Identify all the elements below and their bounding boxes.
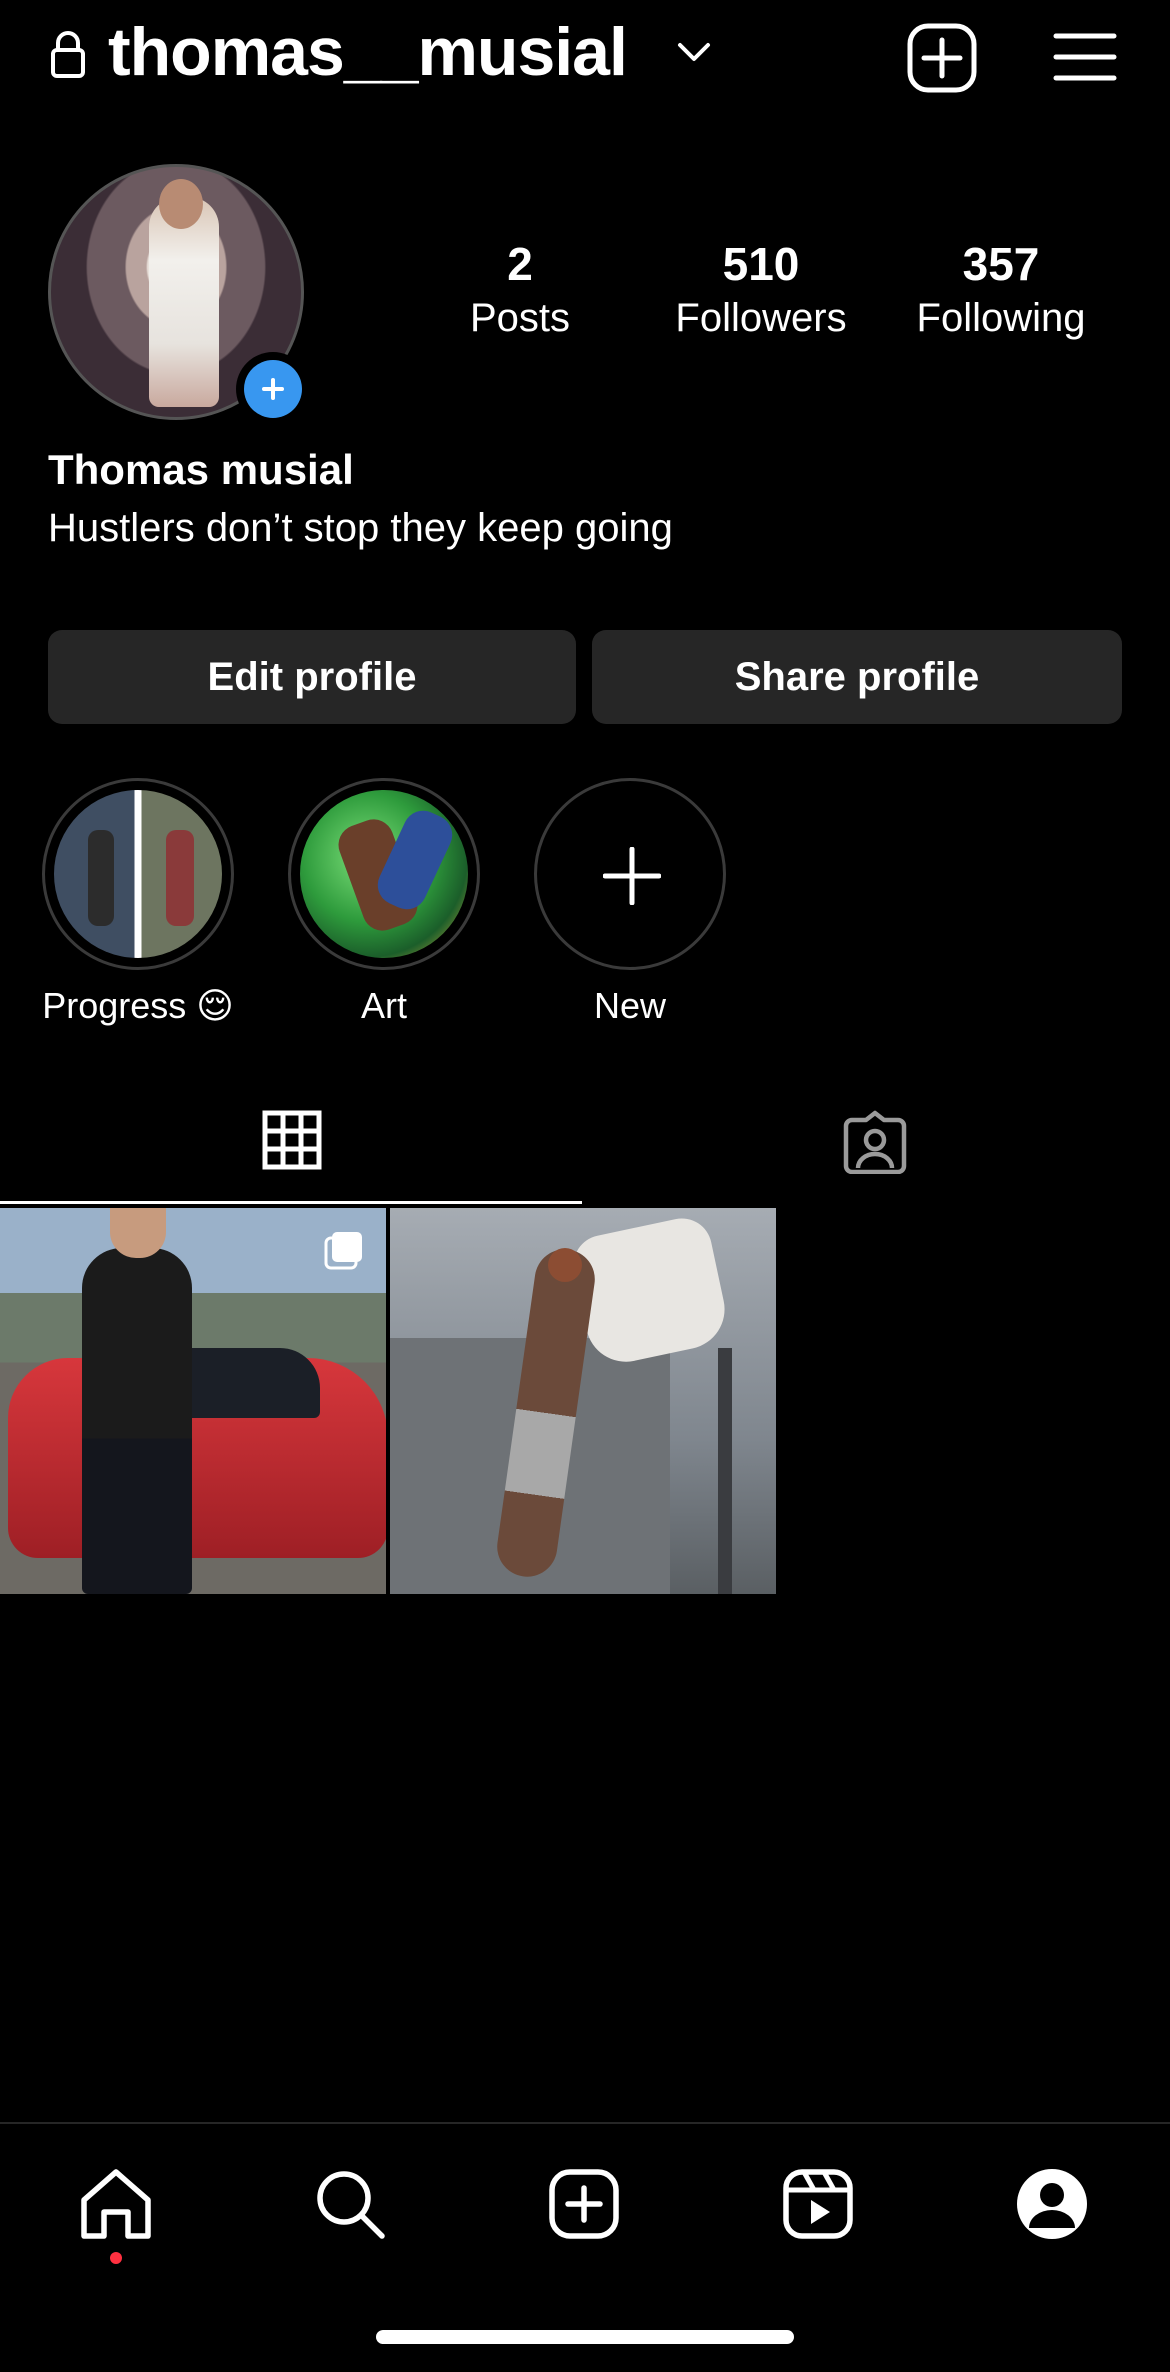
display-name: Thomas musial: [48, 446, 354, 493]
profile-header: thomas__musial: [0, 0, 1170, 120]
highlight-cover-image: [54, 790, 222, 958]
following-count: 357: [962, 238, 1040, 290]
share-profile-button[interactable]: Share profile: [592, 630, 1122, 724]
add-story-button[interactable]: [236, 352, 310, 426]
plus-icon: [603, 847, 661, 905]
posts-stat[interactable]: 2 Posts: [440, 236, 600, 344]
highlight-progress[interactable]: Progress 😌: [40, 778, 236, 1028]
post-thumbnail[interactable]: [390, 1208, 776, 1594]
avatar-photo-head: [159, 179, 203, 229]
home-indicator[interactable]: [376, 2330, 794, 2344]
highlight-ring: [42, 778, 234, 970]
tab-tagged[interactable]: [582, 1080, 1170, 1204]
followers-stat[interactable]: 510 Followers: [660, 236, 862, 344]
chevron-down-icon[interactable]: [676, 40, 712, 64]
highlight-ring: [534, 778, 726, 970]
grid-icon: [262, 1110, 322, 1170]
hamburger-menu-icon[interactable]: [1052, 30, 1118, 84]
multiple-images-icon: [324, 1232, 362, 1270]
create-icon[interactable]: [544, 2164, 624, 2244]
highlight-label: Progress 😌: [42, 985, 234, 1026]
profile-icon[interactable]: [1012, 2164, 1092, 2244]
lock-icon: [51, 31, 85, 78]
username-title[interactable]: thomas__musial: [108, 12, 628, 92]
tagged-person-icon: [843, 1110, 907, 1174]
search-icon[interactable]: [310, 2164, 390, 2244]
posts-label: Posts: [469, 296, 571, 340]
notification-dot: [110, 2252, 122, 2264]
edit-profile-button[interactable]: Edit profile: [48, 630, 576, 724]
new-highlight-button[interactable]: New: [532, 778, 728, 1028]
active-tab-indicator: [0, 1201, 582, 1204]
highlight-ring: [288, 778, 480, 970]
posts-count: 2: [507, 238, 533, 290]
create-post-button[interactable]: [906, 22, 978, 94]
plus-icon: [244, 360, 302, 418]
reels-icon[interactable]: [778, 2164, 858, 2244]
profile-bio: Hustlers don’t stop they keep going: [48, 506, 673, 550]
highlight-cover-image: [300, 790, 468, 958]
followers-count: 510: [722, 238, 800, 290]
following-stat[interactable]: 357 Following: [900, 236, 1102, 344]
tab-posts-grid[interactable]: [0, 1080, 582, 1204]
following-label: Following: [916, 296, 1086, 340]
post-thumbnail[interactable]: [0, 1208, 386, 1594]
home-icon[interactable]: [76, 2164, 156, 2244]
highlight-label: New: [593, 985, 667, 1026]
followers-label: Followers: [675, 296, 847, 340]
highlight-label: Art: [360, 985, 407, 1026]
highlight-art[interactable]: Art: [286, 778, 482, 1028]
